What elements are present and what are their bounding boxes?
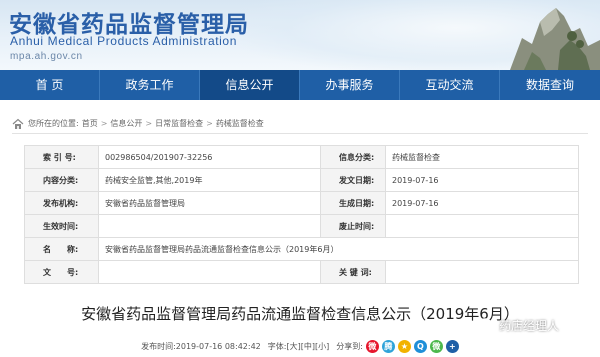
meta-label-keywords: 关 键 词: <box>320 260 386 284</box>
meta-label-name: 名 称: <box>24 237 99 261</box>
nav-item-government-affairs[interactable]: 政务工作 <box>100 70 200 100</box>
share-label: 分享到: <box>336 342 363 351</box>
meta-value-repeal-time <box>385 214 579 238</box>
meta-value-effective-time <box>98 214 321 238</box>
qzone-share-icon[interactable]: ★ <box>397 340 411 353</box>
mountain-logo-art <box>510 8 600 70</box>
meta-label-generated-date: 生成日期: <box>320 191 386 215</box>
wechat-share-icon[interactable]: 微 <box>429 340 443 353</box>
meta-label-content-category: 内容分类: <box>24 168 99 192</box>
meta-label-publisher: 发布机构: <box>24 191 99 215</box>
nav-item-home[interactable]: 首 页 <box>0 70 100 100</box>
meta-value-keywords <box>385 260 579 284</box>
meta-value-document-number <box>98 260 321 284</box>
meta-value-generated-date: 2019-07-16 <box>385 191 579 215</box>
font-size-large-button[interactable]: [大] <box>286 341 300 352</box>
breadcrumb: 您所在的位置: 首页 > 信息公开 > 日常监督检查 > 药械监督检查 <box>12 114 588 134</box>
breadcrumb-item-daily-inspection[interactable]: 日常监督检查 <box>155 118 203 129</box>
meta-label-issue-date: 发文日期: <box>320 168 386 192</box>
qq-share-icon[interactable]: Q <box>413 340 427 353</box>
watermark-text: 药店经理人 <box>499 318 560 333</box>
tencent-weibo-share-icon[interactable]: 腾 <box>381 340 395 353</box>
breadcrumb-separator: > <box>100 119 108 128</box>
site-url[interactable]: mpa.ah.gov.cn <box>10 51 83 62</box>
article-info-bar: 发布时间: 2019-07-16 08:42:42 字体: [大] [中] [小… <box>0 336 600 357</box>
publish-time-label: 发布时间: <box>141 342 176 351</box>
meta-value-issue-date: 2019-07-16 <box>385 168 579 192</box>
font-size-medium-button[interactable]: [中] <box>301 341 315 352</box>
nav-item-data-query[interactable]: 数据查询 <box>500 70 600 100</box>
breadcrumb-prefix: 您所在的位置: <box>28 119 79 128</box>
font-size-label: 字体: <box>267 342 287 351</box>
weibo-share-icon[interactable]: 微 <box>365 340 379 353</box>
wechat-logo-icon <box>478 318 496 332</box>
nav-item-information-disclosure[interactable]: 信息公开 <box>200 70 300 100</box>
meta-value-info-category: 药械监督检查 <box>385 145 579 169</box>
main-nav: 首 页 政务工作 信息公开 办事服务 互动交流 数据查询 <box>0 70 600 100</box>
breadcrumb-separator: > <box>145 119 153 128</box>
site-header: 安徽省药品监督管理局 Anhui Medical Products Admini… <box>0 0 600 70</box>
table-row: 索 引 号: 002986504/201907-32256 信息分类: 药械监督… <box>24 145 579 169</box>
table-row: 文 号: 关 键 词: <box>24 260 579 284</box>
breadcrumb-item-drug-device-inspection[interactable]: 药械监督检查 <box>216 118 264 129</box>
table-row: 发布机构: 安徽省药品监督管理局 生成日期: 2019-07-16 <box>24 191 579 215</box>
breadcrumb-item-info-disclosure[interactable]: 信息公开 <box>110 118 142 129</box>
meta-value-name: 安徽省药品监督管理局药品流通监督检查信息公示（2019年6月） <box>98 237 579 261</box>
meta-value-index-number: 002986504/201907-32256 <box>98 145 321 169</box>
nav-item-interaction[interactable]: 互动交流 <box>400 70 500 100</box>
meta-label-document-number: 文 号: <box>24 260 99 284</box>
wechat-watermark: 药店经理人 <box>478 316 559 334</box>
breadcrumb-separator: > <box>206 119 213 128</box>
table-row: 名 称: 安徽省药品监督管理局药品流通监督检查信息公示（2019年6月） <box>24 237 579 261</box>
nav-item-services[interactable]: 办事服务 <box>300 70 400 100</box>
font-size-small-button[interactable]: [小] <box>315 341 329 352</box>
more-share-icon[interactable]: + <box>445 340 459 353</box>
home-icon <box>12 118 24 129</box>
meta-label-effective-time: 生效时间: <box>24 214 99 238</box>
table-row: 内容分类: 药械安全监管,其他,2019年 发文日期: 2019-07-16 <box>24 168 579 192</box>
meta-value-publisher: 安徽省药品监督管理局 <box>98 191 321 215</box>
meta-label-repeal-time: 废止时间: <box>320 214 386 238</box>
meta-label-index-number: 索 引 号: <box>24 145 99 169</box>
meta-label-info-category: 信息分类: <box>320 145 386 169</box>
publish-time-value: 2019-07-16 08:42:42 <box>175 342 261 351</box>
meta-value-content-category: 药械安全监管,其他,2019年 <box>98 168 321 192</box>
breadcrumb-item-home[interactable]: 首页 <box>82 118 98 129</box>
site-subtitle: Anhui Medical Products Administration <box>10 34 237 48</box>
table-row: 生效时间: 废止时间: <box>24 214 579 238</box>
document-meta-table: 索 引 号: 002986504/201907-32256 信息分类: 药械监督… <box>24 145 579 284</box>
